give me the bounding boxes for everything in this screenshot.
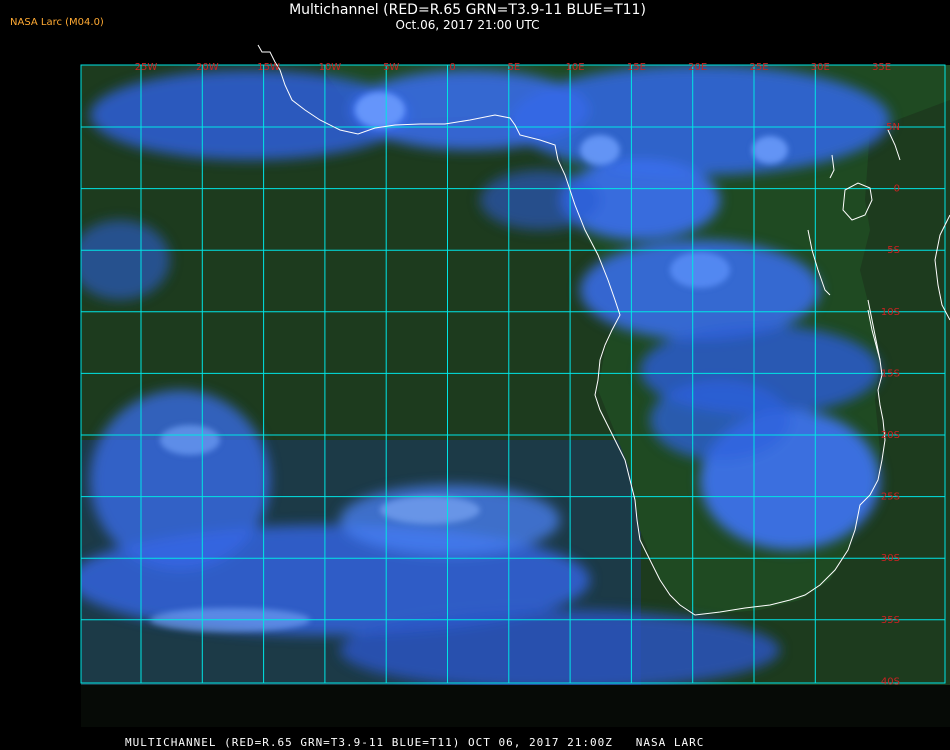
latitude-label: 0 [894,184,900,195]
latitude-label: 15S [881,368,900,379]
longitude-label: 30E [811,62,830,73]
longitude-label: 20E [688,62,707,73]
longitude-label: 0 [449,62,455,73]
latitude-label: 30S [881,553,900,564]
latitude-label: 20S [881,430,900,441]
latitude-label: 10S [881,307,900,318]
longitude-label: 5E [507,62,520,73]
latitude-label: 5N [886,122,900,133]
latitude-label: 25S [881,492,900,503]
longitude-label: 25W [135,62,158,73]
longitude-label: 15W [257,62,280,73]
map-lower-strip [81,685,950,727]
longitude-label: 25E [749,62,768,73]
longitude-label: 35E [872,62,891,73]
latitude-label: 35S [881,615,900,626]
longitude-label: 15E [627,62,646,73]
satellite-map[interactable]: 25W 20W 15W 10W 5W 0 5E 10E 15E 20E 25E 30E 35E 5N 0 5… [0,0,950,750]
latitude-label: 5S [887,245,900,256]
longitude-label: 5W [383,62,399,73]
longitude-label: 10E [566,62,585,73]
latitude-label: 40S [881,676,900,687]
longitude-label: 10W [319,62,342,73]
longitude-label: 20W [196,62,219,73]
footer-caption: MULTICHANNEL (RED=R.65 GRN=T3.9-11 BLUE=… [125,736,705,749]
